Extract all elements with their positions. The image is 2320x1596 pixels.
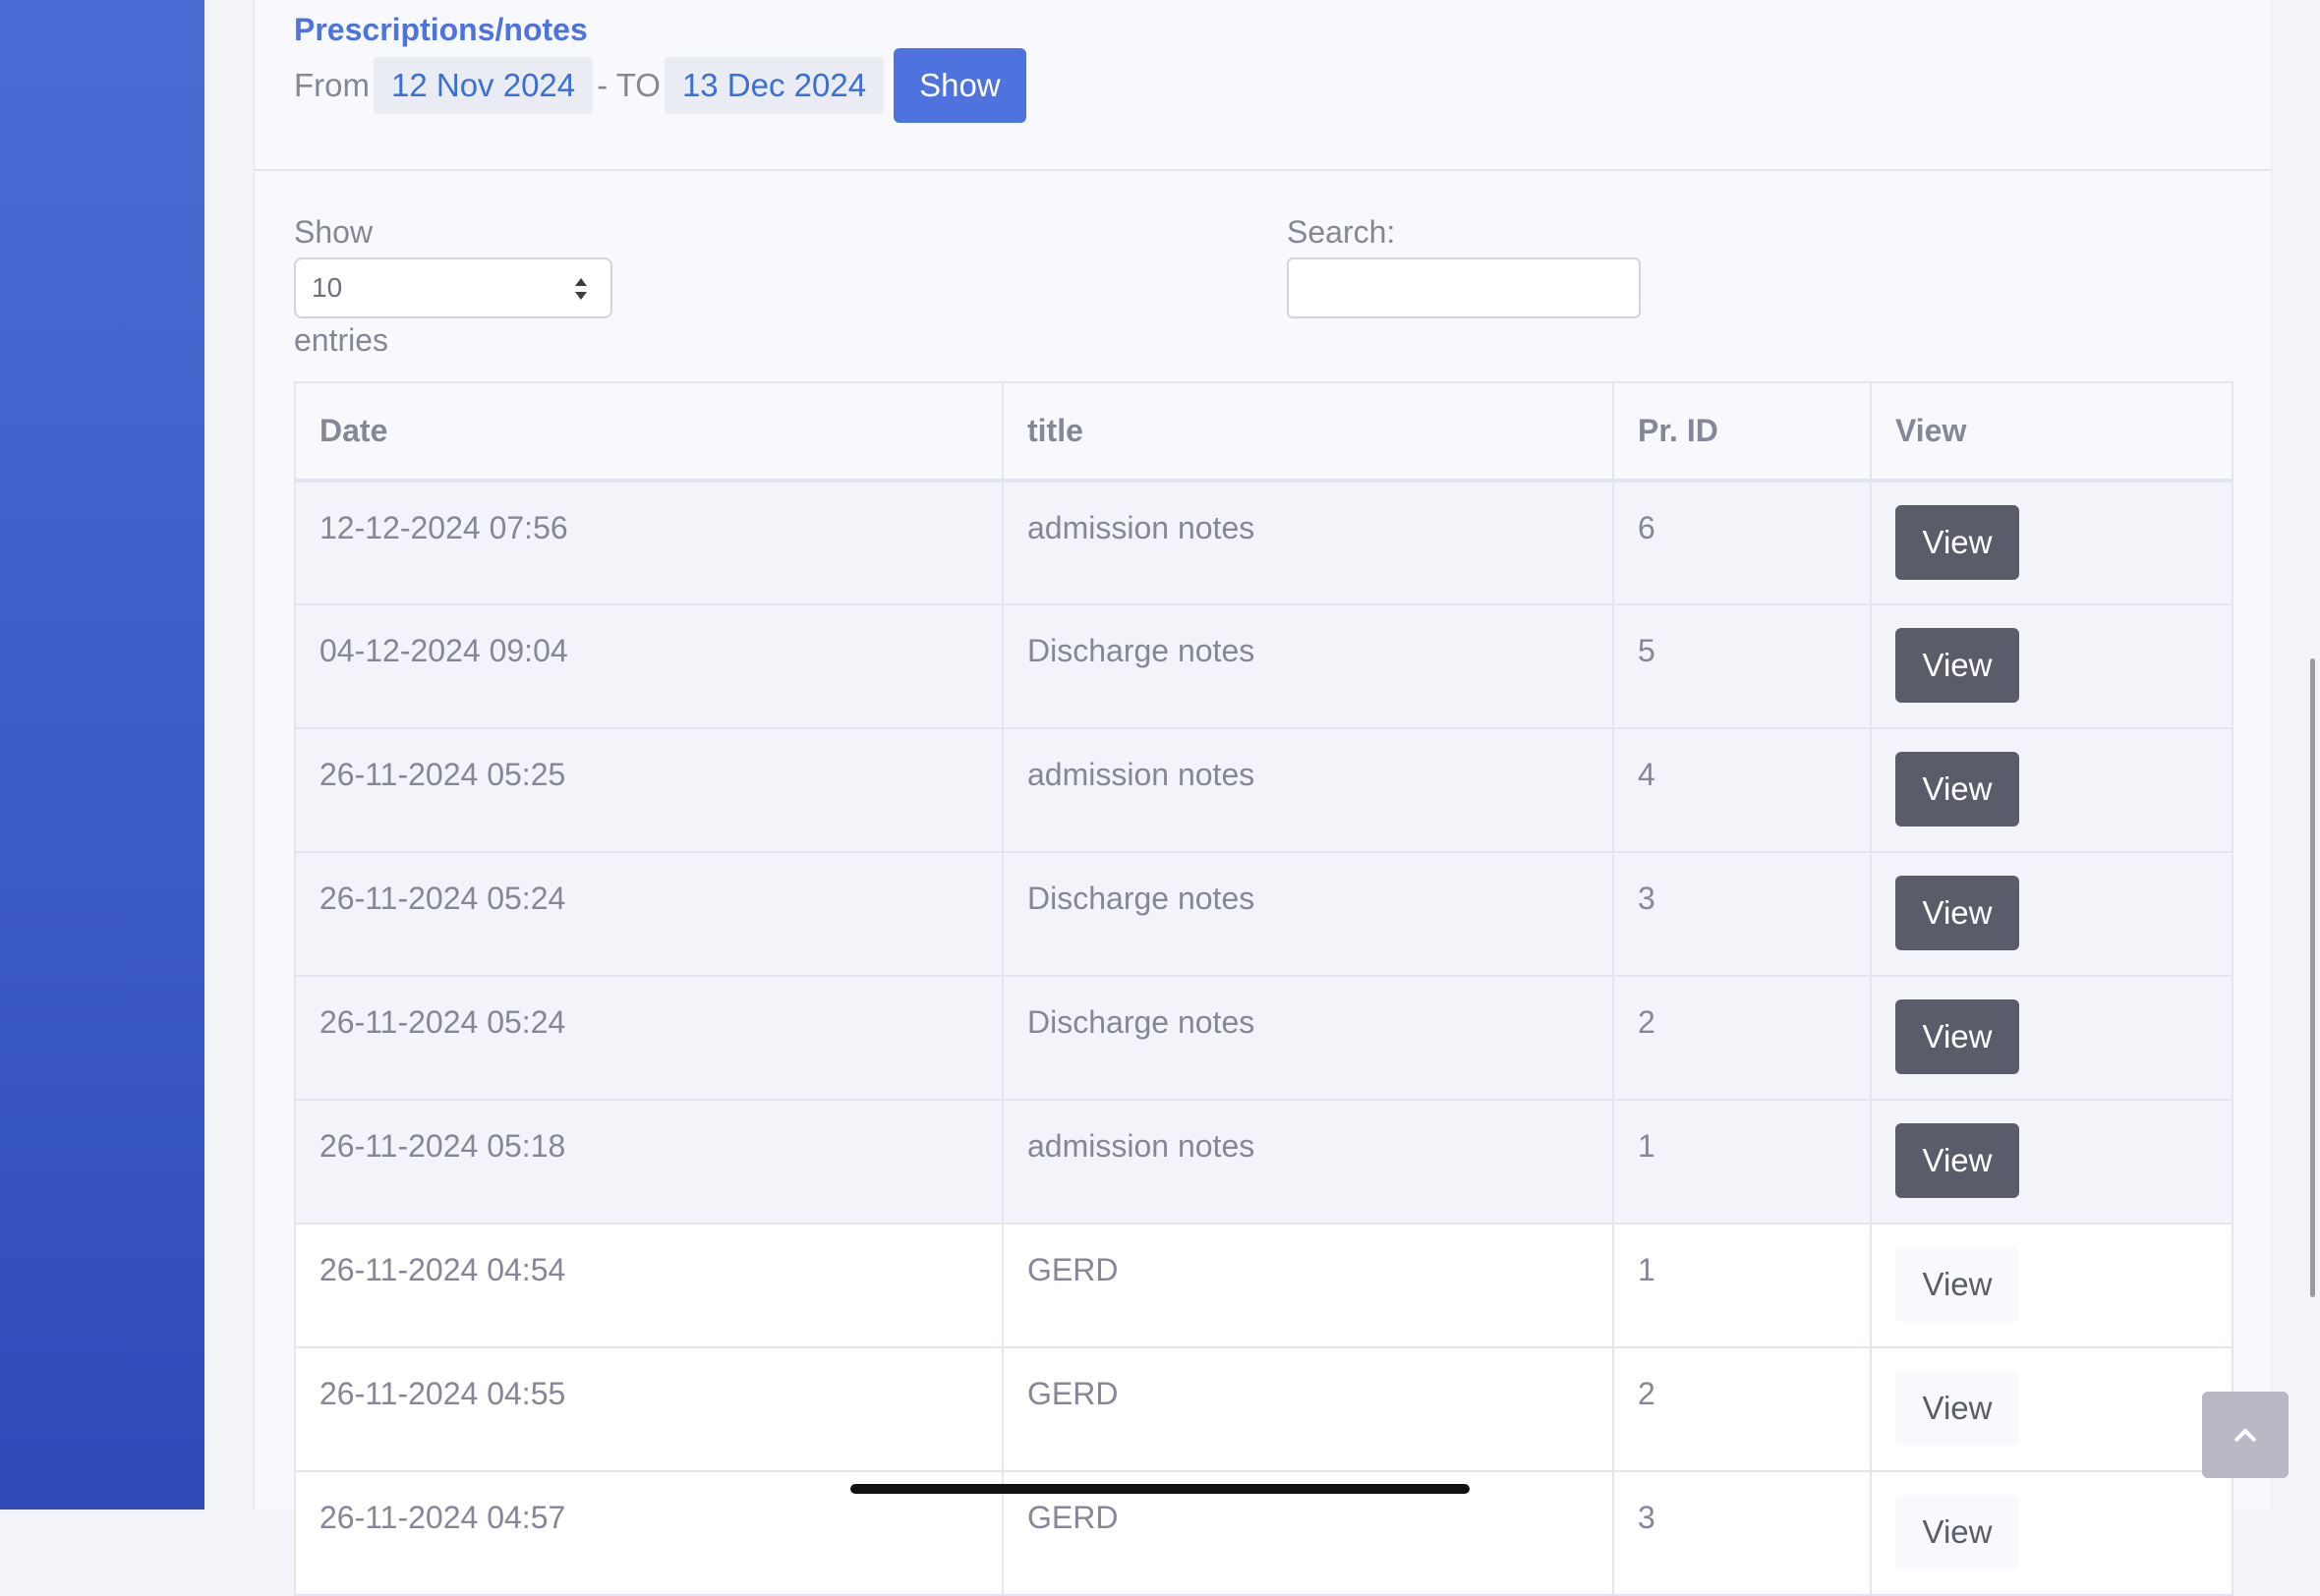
search-label: Search: [1287, 214, 1396, 250]
cell-title: admission notes [1002, 480, 1614, 605]
cell-view: View [1870, 727, 2233, 853]
column-header-view[interactable]: View [1870, 381, 2233, 483]
table-row: 26-11-2024 05:18 admission notes 1 View [294, 1099, 2233, 1225]
cell-pr-id: 4 [1612, 727, 1872, 853]
view-button[interactable]: View [1895, 752, 2019, 826]
to-date-picker[interactable]: 13 Dec 2024 [664, 57, 885, 114]
sort-arrows-icon [575, 278, 587, 300]
cell-pr-id: 2 [1612, 975, 1872, 1101]
cell-date: 26-11-2024 05:24 [294, 851, 1004, 977]
search-input[interactable] [1287, 257, 1641, 318]
cell-date: 26-11-2024 05:24 [294, 975, 1004, 1101]
cell-title: Discharge notes [1002, 851, 1614, 977]
table-row: 26-11-2024 05:24 Discharge notes 3 View [294, 851, 2233, 977]
to-label: - TO [597, 67, 661, 103]
view-button[interactable]: View [1895, 505, 2019, 580]
sidebar [0, 0, 204, 1510]
cell-title: GERD [1002, 1346, 1614, 1472]
from-label: From [294, 67, 370, 103]
show-button[interactable]: Show [894, 48, 1026, 123]
table-row: 12-12-2024 07:56 admission notes 6 View [294, 480, 2233, 605]
from-date-picker[interactable]: 12 Nov 2024 [374, 57, 594, 114]
entries-select-value: 10 [312, 272, 343, 303]
prescriptions-table: Date title Pr. ID View 12-12-2024 07:56 a… [294, 381, 2233, 1596]
card-header: Prescriptions/notes From 12 Nov 2024 - T… [255, 0, 2271, 171]
cell-date: 12-12-2024 07:56 [294, 480, 1004, 605]
cell-view: View [1870, 975, 2233, 1101]
home-indicator [850, 1484, 1470, 1494]
column-header-date[interactable]: Date [294, 381, 1004, 483]
scroll-to-top-button[interactable] [2202, 1392, 2289, 1478]
cell-pr-id: 6 [1612, 480, 1872, 605]
cell-view: View [1870, 1346, 2233, 1472]
date-filter: From 12 Nov 2024 - TO 13 Dec 2024 Show [294, 47, 1026, 124]
table-row: 26-11-2024 04:55 GERD 2 View [294, 1346, 2233, 1472]
section-title: Prescriptions/notes [294, 12, 588, 47]
prescriptions-card: Prescriptions/notes From 12 Nov 2024 - T… [254, 0, 2272, 1596]
column-header-pr-id[interactable]: Pr. ID [1612, 381, 1872, 483]
cell-pr-id: 1 [1612, 1223, 1872, 1348]
page-scrollbar[interactable] [2310, 658, 2315, 1297]
table-header-row: Date title Pr. ID View [294, 381, 2233, 483]
cell-title: GERD [1002, 1223, 1614, 1348]
view-button[interactable]: View [1895, 999, 2019, 1074]
cell-title: admission notes [1002, 1099, 1614, 1225]
cell-view: View [1870, 1470, 2233, 1596]
cell-date: 26-11-2024 05:25 [294, 727, 1004, 853]
view-button[interactable]: View [1895, 1123, 2019, 1198]
cell-date: 26-11-2024 04:55 [294, 1346, 1004, 1472]
cell-pr-id: 5 [1612, 603, 1872, 729]
table-row: 04-12-2024 09:04 Discharge notes 5 View [294, 603, 2233, 729]
chevron-up-icon [2233, 1428, 2257, 1443]
cell-view: View [1870, 603, 2233, 729]
view-button[interactable]: View [1895, 628, 2019, 703]
cell-pr-id: 3 [1612, 851, 1872, 977]
entries-label: entries [294, 322, 389, 358]
cell-view: View [1870, 1099, 2233, 1225]
length-label: Show [294, 214, 374, 250]
cell-pr-id: 2 [1612, 1346, 1872, 1472]
view-button[interactable]: View [1895, 1495, 2019, 1569]
cell-pr-id: 1 [1612, 1099, 1872, 1225]
table-row: 26-11-2024 05:24 Discharge notes 2 View [294, 975, 2233, 1101]
table-row: 26-11-2024 04:54 GERD 1 View [294, 1223, 2233, 1348]
column-header-title[interactable]: title [1002, 381, 1614, 483]
entries-select[interactable]: 10 [294, 257, 612, 318]
view-button[interactable]: View [1895, 876, 2019, 950]
cell-view: View [1870, 480, 2233, 605]
view-button[interactable]: View [1895, 1371, 2019, 1446]
cell-title: Discharge notes [1002, 975, 1614, 1101]
cell-view: View [1870, 851, 2233, 977]
cell-view: View [1870, 1223, 2233, 1348]
cell-pr-id: 3 [1612, 1470, 1872, 1596]
cell-title: Discharge notes [1002, 603, 1614, 729]
table-row: 26-11-2024 05:25 admission notes 4 View [294, 727, 2233, 853]
cell-date: 26-11-2024 05:18 [294, 1099, 1004, 1225]
cell-date: 26-11-2024 04:54 [294, 1223, 1004, 1348]
view-button[interactable]: View [1895, 1247, 2019, 1322]
cell-title: admission notes [1002, 727, 1614, 853]
cell-date: 04-12-2024 09:04 [294, 603, 1004, 729]
